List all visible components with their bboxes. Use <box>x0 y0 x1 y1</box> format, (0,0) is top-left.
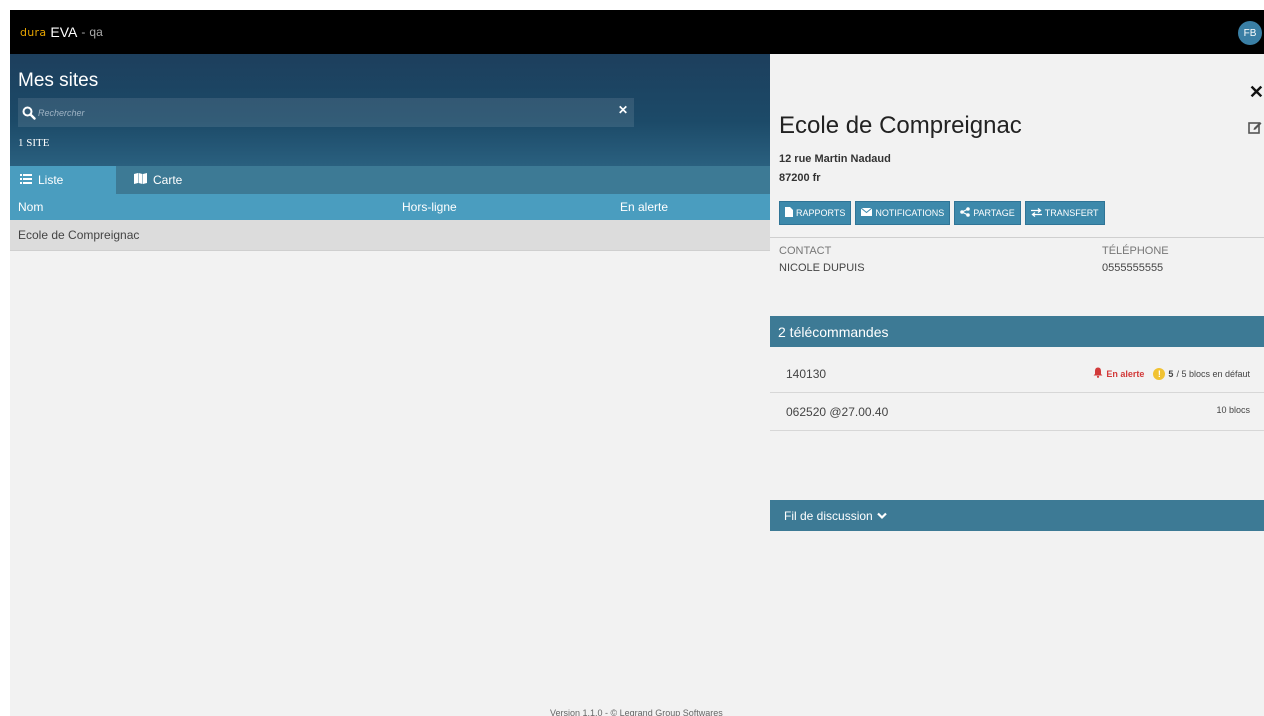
rapports-label: RAPPORTS <box>796 208 846 218</box>
search-bar: ✕ <box>18 98 634 127</box>
environment-label: qa <box>89 25 103 39</box>
column-en-alerte[interactable]: En alerte <box>620 200 668 214</box>
notifications-label: NOTIFICATIONS <box>875 208 945 218</box>
remote-row[interactable]: 140130 En alerte ! 5 / 5 blocs en défaut <box>770 355 1264 393</box>
search-icon <box>22 106 36 120</box>
transfert-button[interactable]: TRANSFERT <box>1024 201 1105 225</box>
notifications-button[interactable]: NOTIFICATIONS <box>855 201 951 225</box>
tab-carte-label: Carte <box>153 173 183 187</box>
bell-icon <box>1093 367 1103 380</box>
divider <box>770 237 1264 238</box>
page-title: Mes sites <box>18 70 99 91</box>
warning-icon: ! <box>1153 367 1166 380</box>
transfer-icon <box>1030 207 1042 219</box>
envelope-icon <box>861 207 873 218</box>
app-name: EVA <box>50 24 78 40</box>
tab-carte[interactable]: Carte <box>116 166 236 194</box>
column-nom[interactable]: Nom <box>18 200 43 214</box>
partage-button[interactable]: PARTAGE <box>954 201 1021 225</box>
top-bar: dura EVA - qa FB <box>10 10 1264 54</box>
brand[interactable]: dura EVA - qa <box>20 24 103 40</box>
view-tabs: Liste Carte <box>10 166 770 194</box>
column-hors-ligne[interactable]: Hors-ligne <box>402 200 457 214</box>
alert-label: En alerte <box>1106 368 1145 379</box>
table-header: Nom Hors-ligne En alerte <box>10 194 770 220</box>
remotes-header: 2 télécommandes <box>770 316 1264 347</box>
tab-liste[interactable]: Liste <box>10 166 116 194</box>
file-icon <box>785 207 793 219</box>
address-line-2: 87200 fr <box>779 172 821 184</box>
tab-liste-label: Liste <box>38 173 64 187</box>
edit-icon[interactable] <box>1248 120 1262 134</box>
user-avatar[interactable]: FB <box>1238 21 1262 45</box>
app-window: dura EVA - qa FB Mes sites ✕ 1 SITE <box>10 10 1264 716</box>
action-buttons: RAPPORTS NOTIFICATIONS PARTAGE TRANSFERT <box>779 201 1105 225</box>
site-count: 1 SITE <box>18 137 50 149</box>
remote-id: 140130 <box>786 367 827 381</box>
remote-status: En alerte ! 5 / 5 blocs en défaut <box>1093 367 1250 380</box>
clear-search-icon[interactable]: ✕ <box>618 103 628 117</box>
remote-blocks: 10 blocs <box>1216 405 1250 415</box>
transfert-label: TRANSFERT <box>1044 208 1099 218</box>
address-line-1: 12 rue Martin Nadaud <box>779 153 891 165</box>
brand-separator: - <box>81 25 86 39</box>
sites-header: Mes sites ✕ 1 SITE <box>10 54 770 166</box>
list-icon <box>20 173 32 187</box>
discussion-label: Fil de discussion <box>784 508 873 523</box>
table-row[interactable]: Ecole de Compreignac <box>10 220 770 251</box>
phone-value: 0555555555 <box>1102 262 1164 274</box>
search-input[interactable] <box>38 102 598 123</box>
close-icon[interactable]: ✕ <box>1249 82 1264 103</box>
partage-label: PARTAGE <box>973 208 1015 218</box>
sites-panel: Mes sites ✕ 1 SITE Liste Car <box>10 54 770 716</box>
version-footer: Version 1.1.0 - © Legrand Group Software… <box>550 708 723 716</box>
chevron-down-icon <box>876 509 887 523</box>
contact-label: CONTACT <box>779 245 832 257</box>
fault-text: / 5 blocs en défaut <box>1176 368 1250 379</box>
site-name: Ecole de Compreignac <box>18 228 140 242</box>
phone-label: TÉLÉPHONE <box>1102 245 1169 257</box>
dura-logo: dura <box>20 25 47 39</box>
rapports-button[interactable]: RAPPORTS <box>779 201 852 225</box>
fault-count: 5 <box>1168 368 1174 379</box>
share-icon <box>960 207 971 219</box>
map-icon <box>134 173 147 187</box>
site-detail-panel: ✕ Ecole de Compreignac 12 rue Martin Nad… <box>770 54 1264 716</box>
discussion-toggle[interactable]: Fil de discussion <box>770 500 1264 531</box>
remote-row[interactable]: 062520 @27.00.40 10 blocs <box>770 393 1264 431</box>
site-title: Ecole de Compreignac <box>779 112 1022 139</box>
contact-value: NICOLE DUPUIS <box>779 262 865 274</box>
remote-id: 062520 @27.00.40 <box>786 405 889 419</box>
